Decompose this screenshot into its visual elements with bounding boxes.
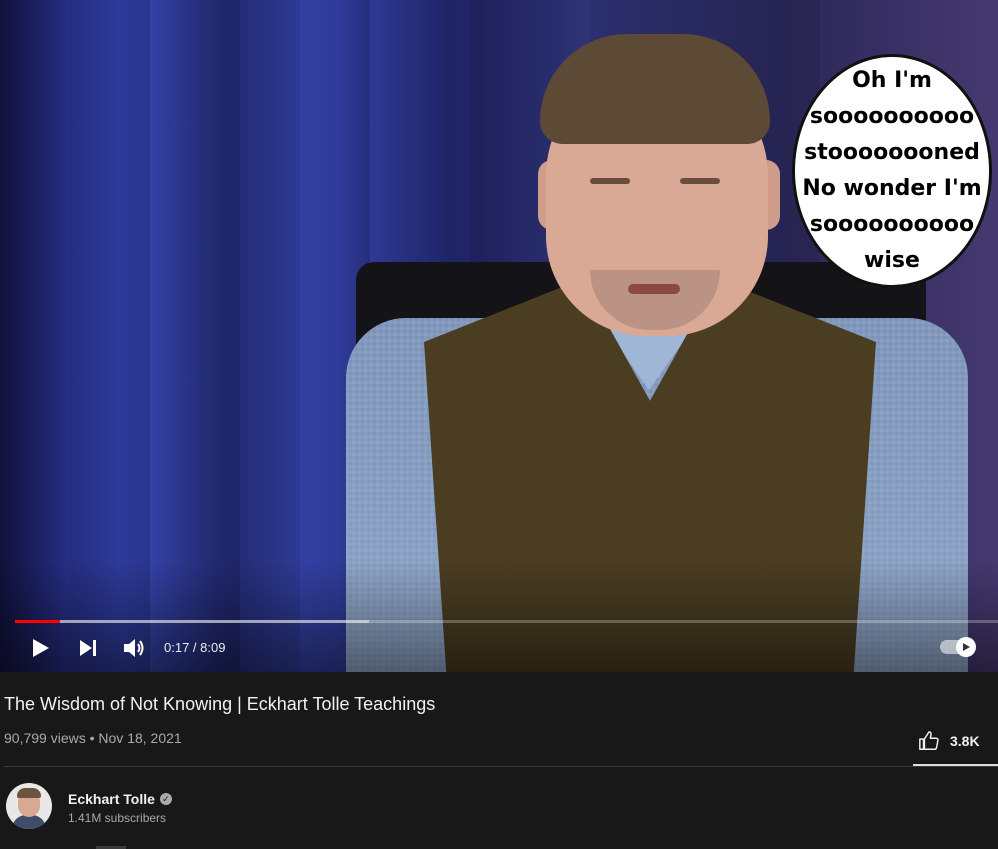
controls-gradient	[0, 560, 998, 672]
speech-bubble-line: stoooooooned	[804, 140, 980, 165]
avatar-body	[12, 815, 46, 829]
speech-bubble-line: soooooooooo	[809, 104, 975, 129]
channel-name-link[interactable]: Eckhart Tolle ✓	[68, 791, 172, 807]
upload-date: Nov 18, 2021	[98, 730, 182, 746]
meta-separator: •	[89, 730, 95, 746]
speaker-mouth	[628, 284, 680, 294]
progress-buffered	[15, 620, 369, 623]
avatar-hair	[17, 788, 41, 798]
verified-badge-icon: ✓	[159, 793, 172, 805]
speech-bubble-line: wise	[864, 248, 920, 273]
thumbs-up-icon	[919, 731, 939, 750]
speech-bubble: Oh I'm soooooooooo stoooooooned No wonde…	[792, 54, 992, 288]
play-button[interactable]	[28, 636, 52, 660]
speaker-eye	[680, 178, 720, 184]
next-icon	[80, 640, 96, 656]
like-count: 3.8K	[950, 733, 980, 749]
like-button[interactable]: 3.8K	[918, 728, 980, 754]
speaker-eye	[590, 178, 630, 184]
like-bar-underline	[913, 764, 998, 766]
autoplay-toggle-icon	[956, 637, 976, 657]
channel-avatar[interactable]	[6, 783, 52, 829]
autoplay-toggle[interactable]	[940, 637, 976, 657]
speech-bubble-line: Oh I'm	[852, 68, 932, 93]
speaker-hair	[540, 34, 770, 144]
progress-played	[15, 620, 61, 623]
subscriber-count: 1.41M subscribers	[68, 811, 167, 825]
channel-name: Eckhart Tolle	[68, 791, 155, 807]
time-display: 0:17 / 8:09	[164, 640, 226, 655]
volume-icon	[124, 639, 144, 657]
section-divider	[4, 766, 998, 767]
progress-bar[interactable]	[15, 620, 998, 623]
video-player[interactable]: Oh I'm soooooooooo stoooooooned No wonde…	[0, 0, 998, 672]
play-icon	[33, 639, 49, 657]
next-button[interactable]	[76, 636, 100, 660]
speech-bubble-line: No wonder I'm	[802, 176, 982, 201]
volume-button[interactable]	[122, 636, 148, 660]
speech-bubble-line: soooooooooo	[809, 212, 975, 237]
video-title: The Wisdom of Not Knowing | Eckhart Toll…	[4, 694, 436, 714]
video-meta: 90,799 views • Nov 18, 2021	[4, 730, 182, 746]
view-count: 90,799 views	[4, 730, 86, 746]
